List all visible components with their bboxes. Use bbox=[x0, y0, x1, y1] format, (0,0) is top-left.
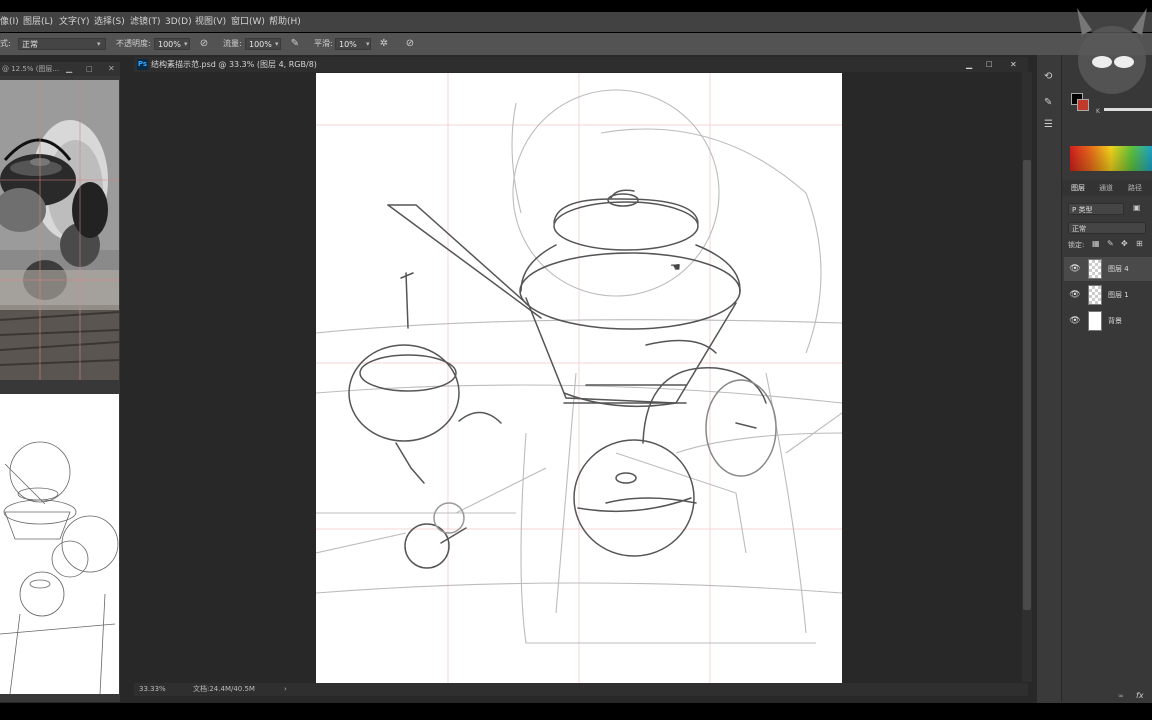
chevron-down-icon: ▾ bbox=[275, 40, 279, 48]
chevron-down-icon: ▾ bbox=[97, 40, 101, 48]
lock-label: 锁定: bbox=[1068, 241, 1085, 249]
document-size: 文档:24.4M/40.5M bbox=[193, 685, 255, 693]
eye-icon[interactable]: 👁 bbox=[1069, 283, 1081, 307]
menu-window[interactable]: 窗口(W) bbox=[231, 12, 265, 32]
gear-icon[interactable]: ✲ bbox=[377, 37, 391, 51]
lock-artboard-icon[interactable]: ⊞ bbox=[1136, 239, 1143, 248]
sketch-thumbnail bbox=[0, 394, 119, 694]
pressure-size-icon[interactable]: ⊘ bbox=[403, 37, 417, 51]
maximize-icon[interactable]: □ bbox=[986, 57, 993, 72]
lock-position-icon[interactable]: ✥ bbox=[1121, 239, 1128, 248]
layers-tabs: 图层 通道 路径 bbox=[1062, 180, 1152, 196]
image-filter-icon[interactable]: ▣ bbox=[1133, 203, 1141, 212]
fx-icon[interactable]: fx bbox=[1136, 691, 1144, 700]
history-icon[interactable]: ⟲ bbox=[1044, 71, 1052, 82]
lock-pixels-icon[interactable]: ✎ bbox=[1107, 239, 1114, 248]
ps-badge-icon: Ps bbox=[137, 59, 148, 70]
close-icon[interactable]: ✕ bbox=[1010, 57, 1017, 72]
brush-icon[interactable]: ✎ bbox=[1044, 97, 1052, 108]
layer-thumbnail bbox=[1088, 311, 1102, 331]
watermark-logo bbox=[1077, 8, 1147, 94]
k-slider[interactable] bbox=[1104, 108, 1152, 111]
airbrush-icon[interactable]: ✎ bbox=[288, 37, 302, 51]
document-tab[interactable]: Ps 结构素描示范.psd @ 33.3% (图层 4, RGB/8) ▁ □ … bbox=[134, 57, 1028, 72]
layer-name: 图层 4 bbox=[1108, 265, 1129, 273]
reference-tab-label: @ 12.5% (图层... bbox=[2, 65, 60, 73]
scrollbar-thumb[interactable] bbox=[1023, 160, 1031, 610]
document-title: 结构素描示范.psd @ 33.3% (图层 4, RGB/8) bbox=[151, 60, 317, 69]
tab-channels[interactable]: 通道 bbox=[1099, 183, 1113, 193]
layer-name: 背景 bbox=[1108, 317, 1122, 325]
smoothing-label: 平滑: bbox=[314, 39, 333, 48]
minimize-icon[interactable]: ▁ bbox=[966, 57, 972, 72]
menu-help[interactable]: 帮助(H) bbox=[269, 12, 301, 32]
lock-transparency-icon[interactable]: ▦ bbox=[1092, 239, 1100, 248]
layer-filter-select[interactable]: P 类型 bbox=[1068, 203, 1124, 215]
panel-tool-strip: ⟲ ✎ ☰ bbox=[1037, 55, 1061, 703]
blend-mode-label: 正常 bbox=[1072, 225, 1086, 233]
layer-filter-label: P 类型 bbox=[1072, 206, 1093, 214]
menu-3d[interactable]: 3D(D) bbox=[165, 12, 192, 32]
reference-photo bbox=[0, 80, 119, 380]
close-icon[interactable]: ✕ bbox=[108, 62, 115, 76]
layer-row[interactable]: 👁 背景 bbox=[1064, 309, 1152, 333]
opacity-label: 不透明度: bbox=[116, 39, 151, 48]
reference-tab[interactable]: @ 12.5% (图层... ▁ □ ✕ bbox=[0, 62, 120, 76]
background-swatch[interactable] bbox=[1077, 99, 1089, 111]
color-spectrum[interactable] bbox=[1070, 146, 1152, 171]
eye-icon[interactable]: 👁 bbox=[1069, 309, 1081, 333]
chevron-right-icon[interactable]: › bbox=[284, 683, 287, 696]
chevron-down-icon: ▾ bbox=[184, 40, 188, 48]
layer-thumbnail bbox=[1088, 259, 1102, 279]
menu-layer[interactable]: 图层(L) bbox=[23, 12, 53, 32]
options-bar: 式: 正常 ▾ 不透明度: 100% ▾ ⊘ 流量: 100% ▾ ✎ 平滑: … bbox=[0, 33, 1152, 55]
menu-type[interactable]: 文字(Y) bbox=[59, 12, 90, 32]
mode-label: 式: bbox=[0, 39, 11, 48]
eye-icon[interactable]: 👁 bbox=[1069, 257, 1081, 281]
layer-name: 图层 1 bbox=[1108, 291, 1129, 299]
adjust-icon[interactable]: ☰ bbox=[1044, 119, 1053, 130]
layer-row[interactable]: 👁 图层 1 bbox=[1064, 283, 1152, 307]
mode-select[interactable]: 正常 bbox=[18, 38, 106, 50]
hand-cursor-icon: ☚ bbox=[670, 260, 681, 274]
status-bar: 33.33% 文档:24.4M/40.5M › bbox=[134, 683, 1028, 696]
zoom-level[interactable]: 33.33% bbox=[139, 683, 166, 696]
drawing-canvas[interactable]: ☚ bbox=[316, 73, 842, 684]
menu-filter[interactable]: 滤镜(T) bbox=[130, 12, 161, 32]
minimize-icon[interactable]: ▁ bbox=[66, 62, 72, 76]
link-layers-icon[interactable]: ∞ bbox=[1118, 692, 1124, 700]
tab-paths[interactable]: 路径 bbox=[1128, 183, 1142, 193]
tab-layers[interactable]: 图层 bbox=[1071, 183, 1085, 193]
layer-thumbnail bbox=[1088, 285, 1102, 305]
menu-select[interactable]: 选择(S) bbox=[94, 12, 125, 32]
blend-mode-select[interactable]: 正常 bbox=[1068, 222, 1146, 234]
k-channel-label: K bbox=[1096, 108, 1100, 115]
pressure-opacity-icon[interactable]: ⊘ bbox=[197, 37, 211, 51]
menu-image[interactable]: 像(I) bbox=[0, 12, 19, 32]
menu-bar: 像(I) 图层(L) 文字(Y) 选择(S) 滤镜(T) 3D(D) 视图(V)… bbox=[0, 12, 1152, 32]
flow-label: 流量: bbox=[223, 39, 242, 48]
maximize-icon[interactable]: □ bbox=[86, 62, 93, 76]
layer-row[interactable]: 👁 图层 4 bbox=[1064, 257, 1152, 281]
chevron-down-icon: ▾ bbox=[366, 40, 370, 48]
menu-view[interactable]: 视图(V) bbox=[195, 12, 226, 32]
